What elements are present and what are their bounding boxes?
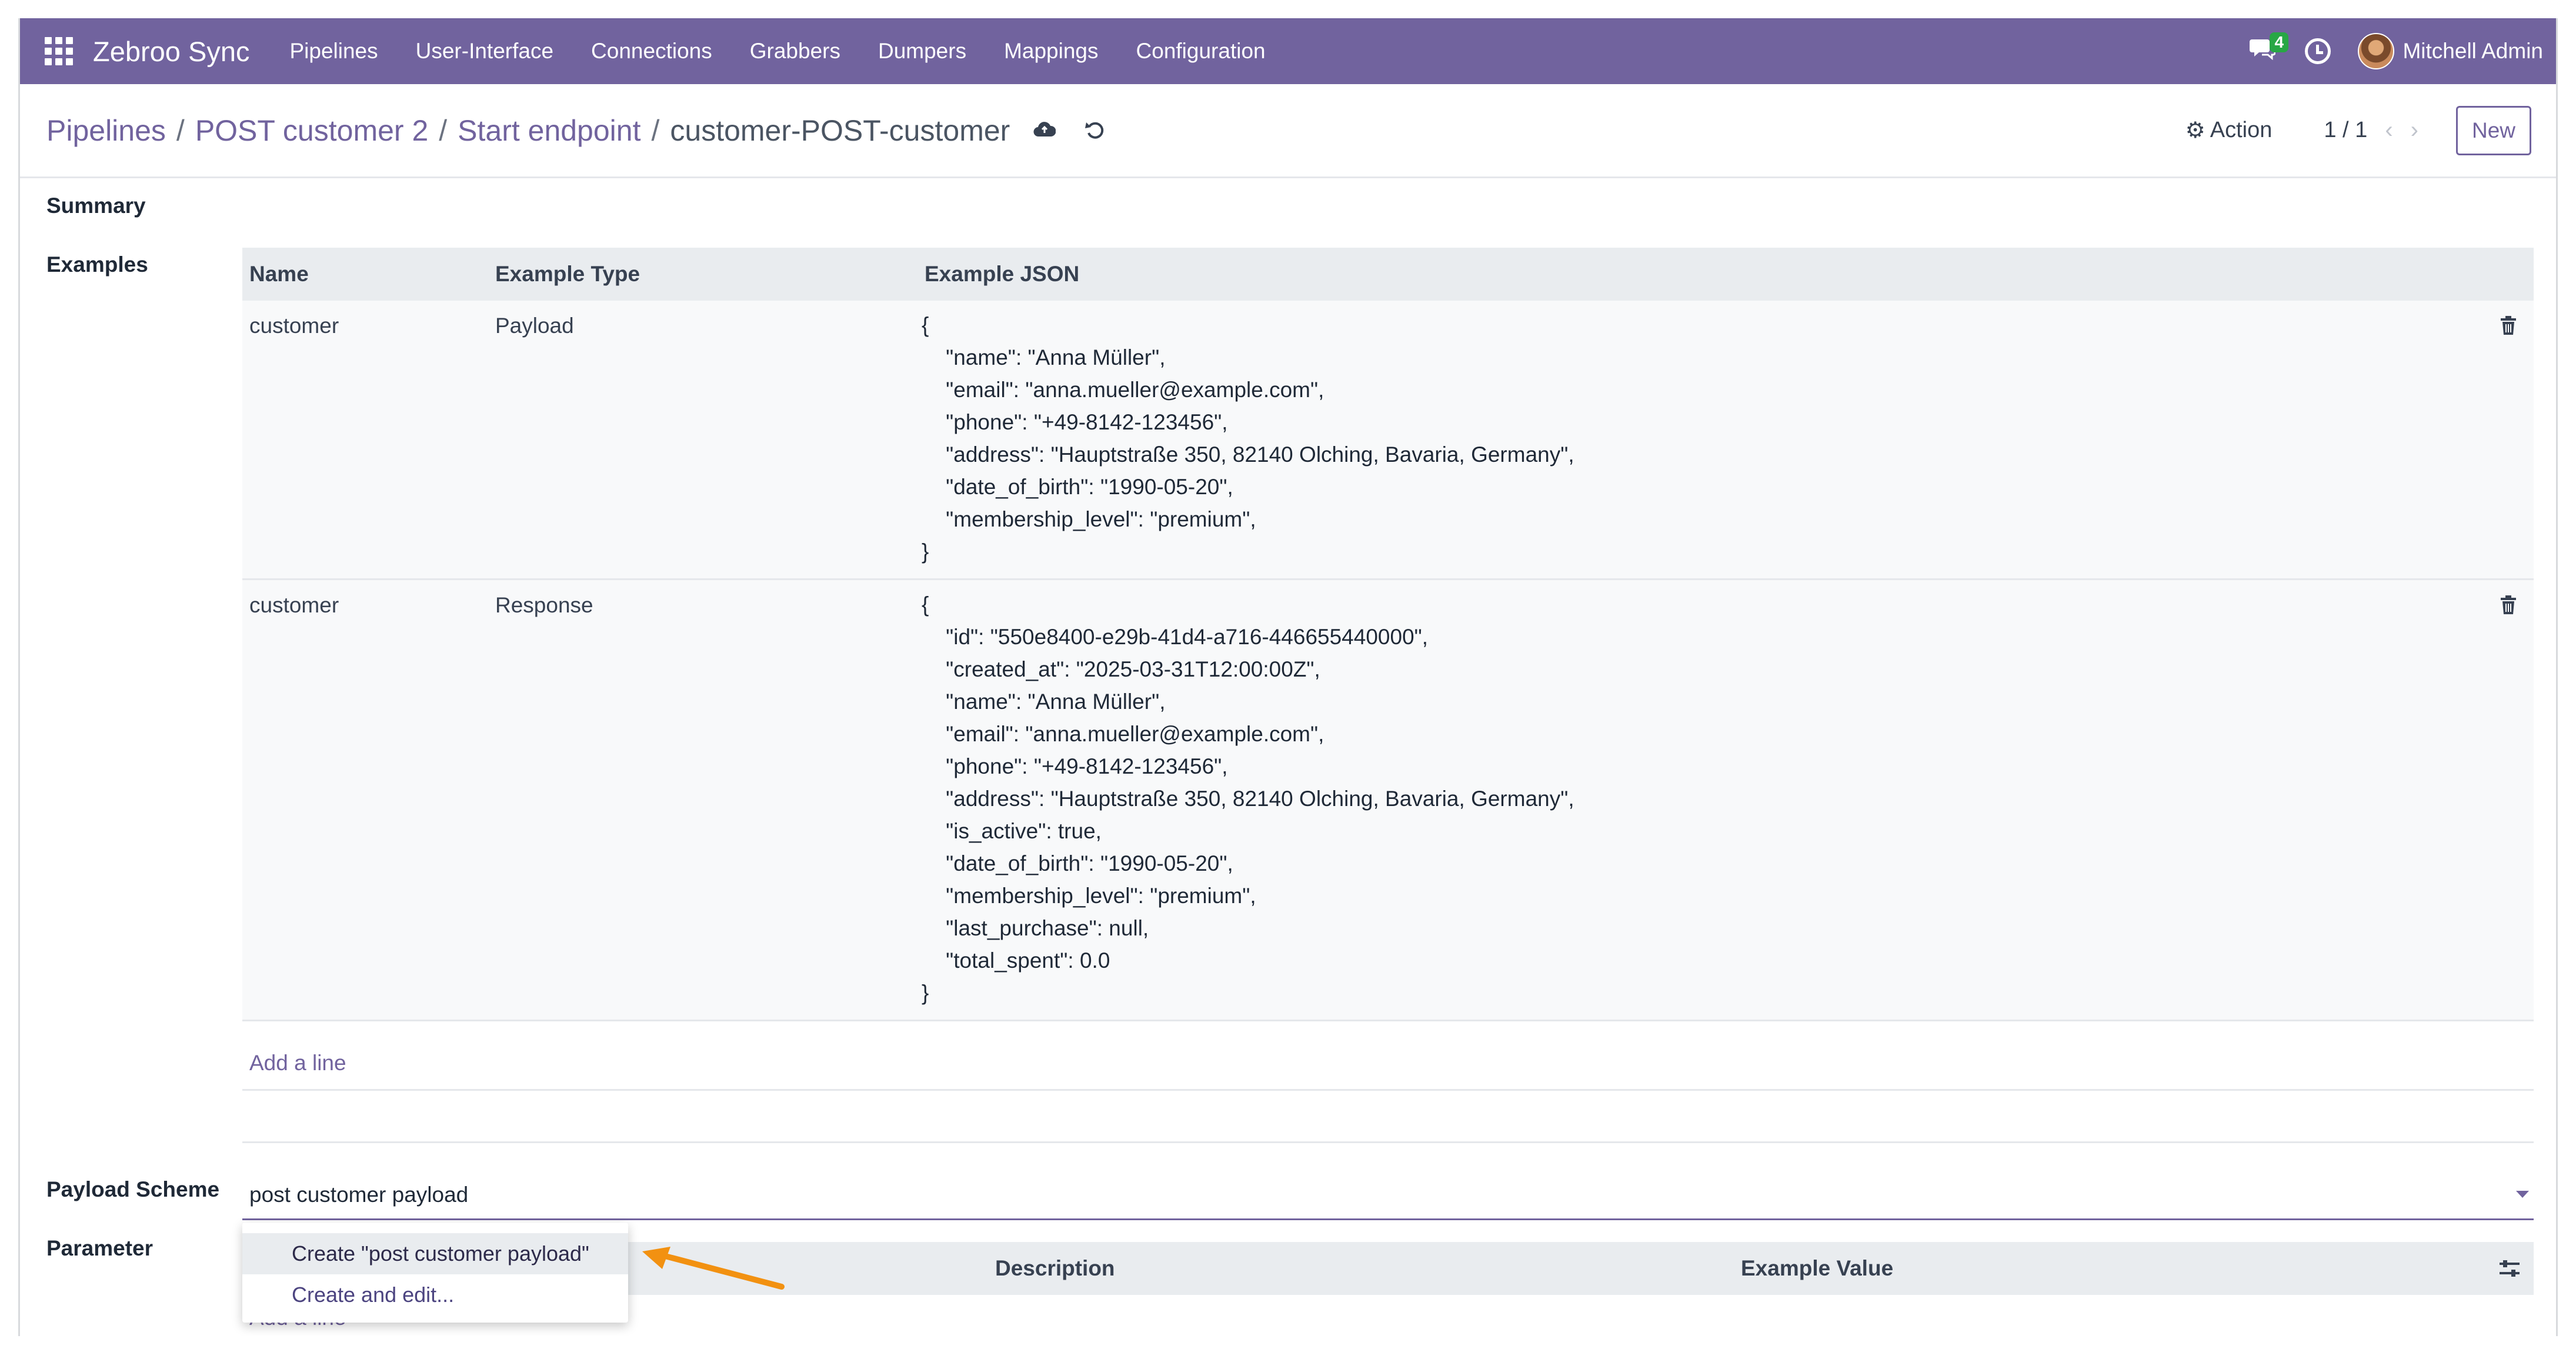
create-and-edit-option[interactable]: Create and edit... (242, 1274, 628, 1316)
trash-icon[interactable] (2500, 595, 2517, 615)
annotation-arrow-icon (642, 1247, 785, 1290)
payload-scheme-label: Payload Scheme (46, 1177, 220, 1201)
payload-scheme-input[interactable] (249, 1183, 2425, 1207)
payload-scheme-field[interactable] (242, 1174, 2534, 1220)
payload-scheme-dropdown: Create "post customer payload" Create an… (242, 1223, 628, 1323)
row-example-json[interactable]: { "id": "550e8400-e29b-41d4-a716-4466554… (922, 588, 1574, 1009)
summary-label: Summary (46, 194, 146, 218)
optional-columns-icon[interactable] (2498, 1258, 2521, 1281)
column-example-type[interactable]: Example Type (495, 248, 640, 301)
caret-down-icon[interactable] (2516, 1191, 2529, 1198)
column-name[interactable]: Name (249, 248, 309, 301)
breadcrumb-separator: / (651, 114, 660, 147)
breadcrumb: Pipelines / POST customer 2 / Start endp… (46, 114, 1105, 148)
row-name[interactable]: customer (249, 314, 339, 338)
new-button[interactable]: New (2455, 105, 2531, 155)
table-footer (242, 1089, 2534, 1143)
menu-grabbers[interactable]: Grabbers (750, 39, 840, 64)
control-right: ⚙ Action 1 / 1 ‹ › New (2185, 105, 2531, 155)
trash-icon[interactable] (2500, 316, 2517, 336)
row-example-json[interactable]: { "name": "Anna Müller", "email": "anna.… (922, 309, 1574, 568)
apps-grid-icon[interactable] (45, 37, 73, 65)
chevron-left-icon[interactable]: ‹ (2385, 117, 2393, 144)
user-avatar[interactable] (2358, 33, 2395, 69)
menu-mappings[interactable]: Mappings (1004, 39, 1098, 64)
control-panel: Pipelines / POST customer 2 / Start endp… (20, 84, 2556, 178)
top-navbar: Zebroo Sync Pipelines User-Interface Con… (20, 18, 2556, 84)
breadcrumb-pipelines[interactable]: Pipelines (46, 114, 166, 148)
row-example-type[interactable]: Response (495, 593, 593, 618)
add-line-link[interactable]: Add a line (249, 1051, 346, 1075)
column-example-json[interactable]: Example JSON (925, 248, 1079, 301)
breadcrumb-start-endpoint[interactable]: Start endpoint (458, 114, 640, 148)
menu-pipelines[interactable]: Pipelines (289, 39, 378, 64)
create-option[interactable]: Create "post customer payload" (242, 1233, 628, 1274)
table-row[interactable]: customer Response { "id": "550e8400-e29b… (242, 580, 2534, 1021)
gear-icon: ⚙ (2185, 118, 2205, 143)
row-example-type[interactable]: Payload (495, 314, 574, 338)
save-cloud-icon[interactable] (1033, 117, 1056, 144)
breadcrumb-separator: / (176, 114, 185, 147)
app-brand[interactable]: Zebroo Sync (93, 35, 249, 68)
activity-clock-icon[interactable] (2305, 38, 2331, 64)
column-example-value[interactable]: Example Value (1741, 1242, 1893, 1295)
breadcrumb-post-customer-2[interactable]: POST customer 2 (195, 114, 428, 148)
pager-value[interactable]: 1 / 1 (2324, 118, 2367, 143)
table-row[interactable]: customer Payload { "name": "Anna Müller"… (242, 301, 2534, 580)
action-label: Action (2210, 118, 2273, 142)
menu-connections[interactable]: Connections (591, 39, 712, 64)
parameter-label: Parameter (46, 1236, 154, 1260)
app-window: Zebroo Sync Pipelines User-Interface Con… (18, 18, 2558, 1336)
navbar-systray: 4 Mitchell Admin (2250, 32, 2543, 69)
examples-table-header: Name Example Type Example JSON (242, 248, 2534, 301)
chevron-right-icon[interactable]: › (2411, 117, 2418, 144)
column-description[interactable]: Description (995, 1242, 1115, 1295)
user-name[interactable]: Mitchell Admin (2403, 39, 2543, 64)
examples-table: Name Example Type Example JSON customer … (242, 248, 2534, 1143)
chat-count-badge: 4 (2270, 32, 2289, 52)
menu-dumpers[interactable]: Dumpers (878, 39, 966, 64)
row-name[interactable]: customer (249, 593, 339, 618)
action-menu-button[interactable]: ⚙ Action (2185, 117, 2273, 144)
examples-label: Examples (46, 252, 148, 277)
page-title: customer-POST-customer (670, 114, 1010, 147)
menu-user-interface[interactable]: User-Interface (416, 39, 553, 64)
menu-configuration[interactable]: Configuration (1136, 39, 1266, 64)
breadcrumb-separator: / (439, 114, 448, 147)
discard-undo-icon[interactable] (1085, 115, 1105, 146)
chat-icon[interactable]: 4 (2250, 32, 2289, 65)
